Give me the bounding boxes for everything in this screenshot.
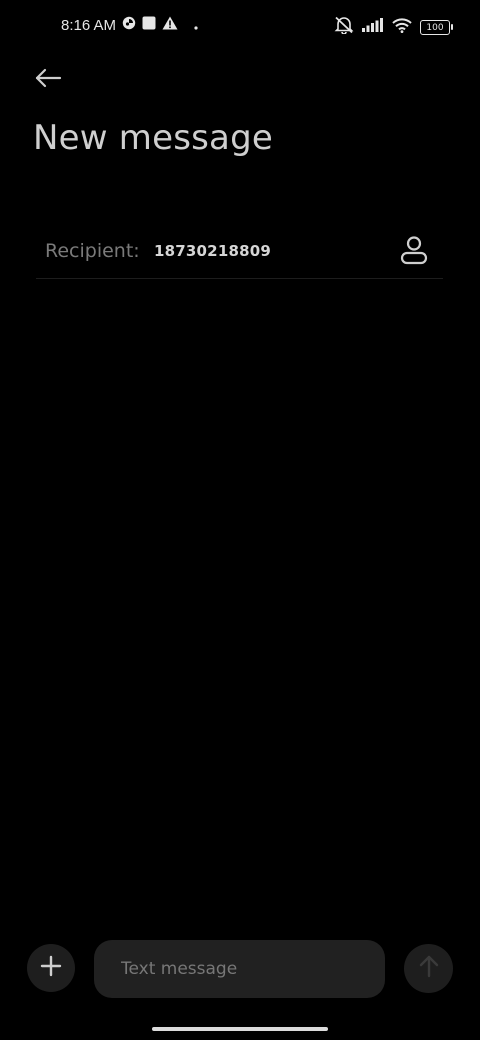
page-title: New message [33, 118, 273, 158]
plus-icon [40, 955, 62, 982]
attach-button[interactable] [27, 944, 75, 992]
contact-picker-button[interactable] [397, 235, 431, 269]
arrow-left-icon [34, 67, 62, 94]
recipient-label: Recipient: [45, 240, 140, 262]
vpn-key-icon [122, 16, 136, 34]
arrow-up-icon [418, 954, 440, 983]
square-icon [142, 16, 156, 34]
status-bar-left: 8:16 AM [61, 16, 198, 34]
status-time: 8:16 AM [61, 16, 117, 34]
person-icon [400, 235, 428, 270]
status-bar-right: 100 [334, 16, 453, 39]
recipient-input[interactable]: 18730218809 [154, 242, 271, 260]
home-indicator[interactable] [152, 1027, 328, 1031]
warning-icon [162, 16, 178, 34]
wifi-icon [392, 17, 412, 38]
send-button[interactable] [404, 944, 453, 993]
battery-icon: 100 [420, 20, 453, 35]
back-button[interactable] [30, 64, 66, 96]
mute-icon [334, 16, 354, 39]
dot-icon [194, 17, 198, 34]
battery-level: 100 [426, 22, 444, 33]
signal-icon [362, 18, 384, 37]
status-bar: 8:16 AM 100 [0, 0, 480, 54]
message-input[interactable] [94, 940, 385, 998]
recipient-row[interactable]: Recipient: 18730218809 [36, 225, 443, 279]
